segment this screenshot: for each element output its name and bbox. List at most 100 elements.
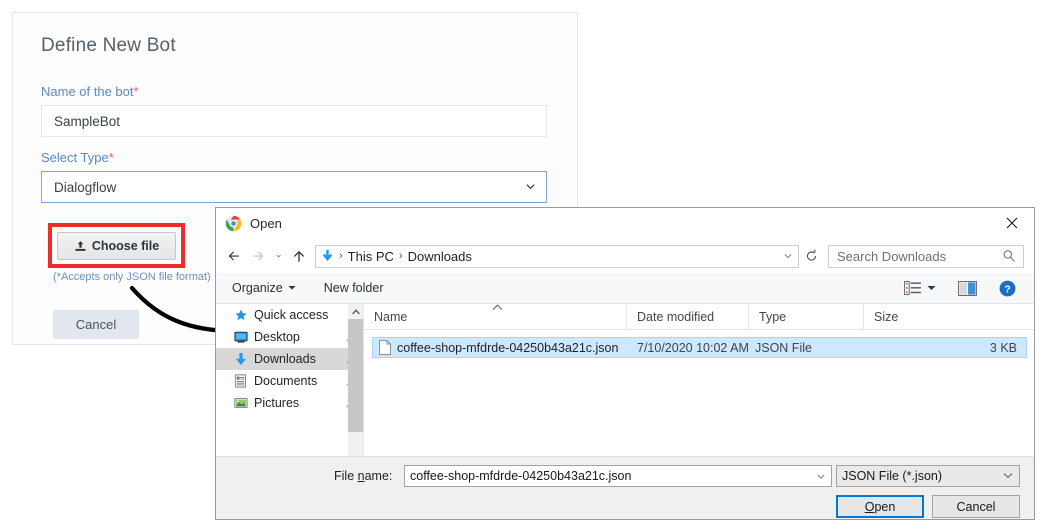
nav-item-quick-access[interactable]: Quick access xyxy=(216,304,363,326)
back-button[interactable] xyxy=(222,243,246,269)
file-list: coffee-shop-mfdrde-04250b43a21c.json 7/1… xyxy=(364,337,1034,358)
cancel-form-button[interactable]: Cancel xyxy=(53,310,139,339)
breadcrumb-downloads[interactable]: Downloads xyxy=(408,249,472,264)
chevron-up-icon xyxy=(352,309,360,315)
address-breadcrumb-bar[interactable]: › This PC › Downloads xyxy=(315,245,799,268)
nav-label: Documents xyxy=(254,374,317,388)
nav-label: Desktop xyxy=(254,330,300,344)
forward-button[interactable] xyxy=(246,243,270,269)
refresh-button[interactable] xyxy=(799,245,824,268)
file-name-cell: coffee-shop-mfdrde-04250b43a21c.json xyxy=(397,341,637,355)
up-one-level-button[interactable] xyxy=(287,243,311,269)
open-label-post: pen xyxy=(874,500,895,514)
change-view-button[interactable] xyxy=(900,281,940,295)
scrollbar-thumb[interactable] xyxy=(348,319,363,432)
bot-type-label: Select Type* xyxy=(41,150,114,165)
recent-locations-button[interactable] xyxy=(270,243,287,269)
search-input[interactable]: Search Downloads xyxy=(828,245,1024,268)
open-button[interactable]: Open xyxy=(836,495,924,518)
column-header-label: Name xyxy=(374,310,407,324)
page-title: Define New Bot xyxy=(41,35,176,57)
breadcrumb-separator: › xyxy=(339,250,343,262)
open-file-dialog: Open xyxy=(215,207,1035,520)
nav-label: Quick access xyxy=(254,308,328,322)
file-name-label-post: ame: xyxy=(365,469,393,483)
column-header-label: Size xyxy=(874,310,898,324)
file-name-dropdown-button[interactable] xyxy=(811,466,831,486)
bot-type-select[interactable]: Dialogflow xyxy=(41,171,547,203)
file-date-cell: 7/10/2020 10:02 AM xyxy=(637,341,755,355)
download-icon xyxy=(234,352,248,367)
file-name-input[interactable] xyxy=(405,465,811,487)
breadcrumb-this-pc[interactable]: This PC xyxy=(348,249,394,264)
bot-name-input[interactable] xyxy=(41,105,547,137)
file-name-combobox[interactable] xyxy=(404,465,832,487)
file-name-label-pre: File xyxy=(334,469,358,483)
chevron-down-icon xyxy=(288,285,296,291)
help-button[interactable]: ? xyxy=(993,279,1022,298)
dialog-body: Quick access Desktop Do xyxy=(216,304,1034,456)
close-x-icon xyxy=(1006,217,1018,229)
refresh-icon xyxy=(805,249,818,263)
file-name-label: File name: xyxy=(334,469,392,483)
chevron-down-icon xyxy=(276,252,281,260)
preview-pane-icon xyxy=(958,281,977,296)
cancel-dialog-button[interactable]: Cancel xyxy=(932,495,1020,518)
required-asterisk: * xyxy=(109,150,114,165)
dialog-command-bar: Organize New folder xyxy=(216,273,1034,304)
column-header-name[interactable]: Name xyxy=(364,304,627,329)
file-type-select-wrapper: JSON File (*.json) xyxy=(836,465,1020,487)
column-header-label: Date modified xyxy=(637,310,714,324)
upload-icon xyxy=(74,240,87,253)
nav-item-downloads[interactable]: Downloads xyxy=(216,348,363,370)
file-size-cell: 3 KB xyxy=(865,341,1026,355)
open-label-mnemonic: O xyxy=(865,500,875,514)
file-list-pane: Name Date modified Type Size xyxy=(364,304,1034,456)
address-dropdown-button[interactable] xyxy=(778,246,798,267)
dialog-titlebar: Open xyxy=(216,208,1034,239)
search-icon xyxy=(1002,249,1016,263)
document-icon xyxy=(234,374,248,388)
choose-file-button[interactable]: Choose file xyxy=(57,232,176,260)
search-placeholder-text: Search Downloads xyxy=(837,249,946,264)
desktop-icon xyxy=(234,330,248,344)
bot-name-label-text: Name of the bot xyxy=(41,84,134,99)
navigation-pane: Quick access Desktop Do xyxy=(216,304,364,456)
accepts-format-note: (*Accepts only JSON file format) xyxy=(53,271,211,283)
bot-type-label-text: Select Type xyxy=(41,150,109,165)
organize-button[interactable]: Organize xyxy=(224,273,304,303)
close-icon[interactable] xyxy=(989,208,1034,238)
table-row[interactable]: coffee-shop-mfdrde-04250b43a21c.json 7/1… xyxy=(372,337,1027,358)
column-header-label: Type xyxy=(759,310,786,324)
pictures-icon xyxy=(234,396,248,410)
column-header-size[interactable]: Size xyxy=(864,304,938,329)
organize-label: Organize xyxy=(232,281,283,295)
sort-ascending-icon xyxy=(492,304,503,311)
preview-pane-button[interactable] xyxy=(954,281,981,296)
chevron-down-icon xyxy=(784,252,792,260)
nav-item-desktop[interactable]: Desktop xyxy=(216,326,363,348)
navigation-pane-scrollbar[interactable] xyxy=(348,304,363,456)
svg-text:?: ? xyxy=(1004,284,1010,295)
dialog-footer: File name: JSON File (*.json) Open Cance… xyxy=(216,456,1034,519)
column-header-date-modified[interactable]: Date modified xyxy=(627,304,749,329)
nav-label: Downloads xyxy=(254,352,316,366)
nav-item-documents[interactable]: Documents xyxy=(216,370,363,392)
dialog-navigation-bar: › This PC › Downloads Search Downloads xyxy=(216,239,1034,273)
nav-item-pictures[interactable]: Pictures xyxy=(216,392,363,414)
list-view-icon xyxy=(904,281,921,295)
dialog-title: Open xyxy=(250,216,282,231)
star-icon xyxy=(234,308,248,322)
help-icon: ? xyxy=(999,280,1016,297)
new-folder-button[interactable]: New folder xyxy=(316,273,392,303)
chevron-down-icon xyxy=(817,473,825,480)
file-type-select[interactable]: JSON File (*.json) xyxy=(836,465,1020,487)
column-header-row: Name Date modified Type Size xyxy=(364,304,1034,330)
new-folder-label: New folder xyxy=(324,281,384,295)
breadcrumb-separator: › xyxy=(399,250,403,262)
chrome-logo-icon xyxy=(225,215,242,232)
bot-name-label: Name of the bot* xyxy=(41,84,139,99)
scroll-up-button[interactable] xyxy=(348,304,363,319)
bot-type-select-wrapper: Dialogflow xyxy=(41,171,547,203)
column-header-type[interactable]: Type xyxy=(749,304,864,329)
